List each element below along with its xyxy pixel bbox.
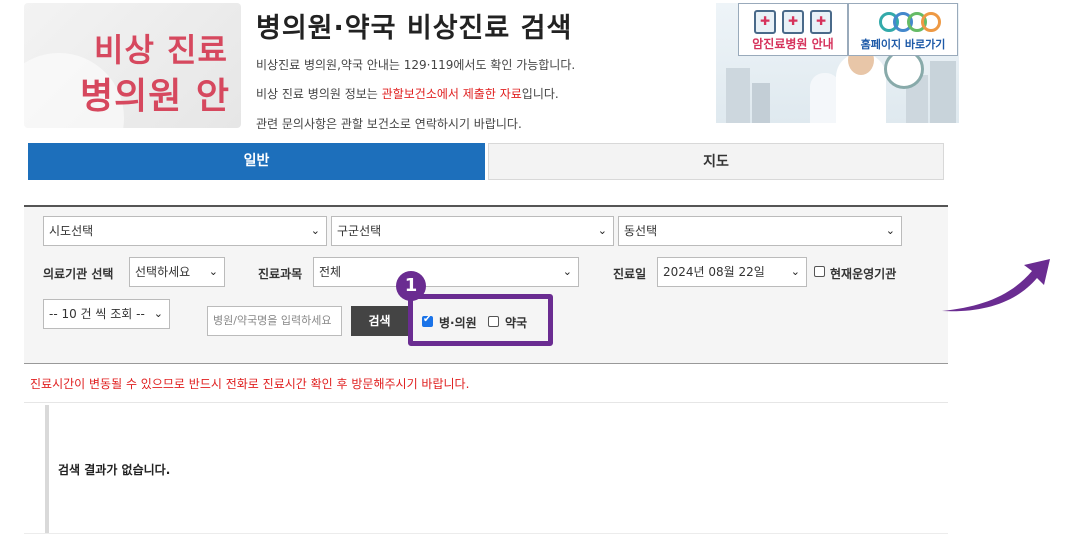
- cancer-hospital-link[interactable]: ✚ ✚ ✚ 암진료병원 안내: [738, 3, 848, 56]
- chevron-down-icon: ⌄: [790, 265, 800, 278]
- gungu-select[interactable]: 구군선택 ⌄: [331, 216, 614, 246]
- cancer-hospital-label: 암진료병원 안내: [752, 37, 834, 51]
- chevron-down-icon: ⌄: [562, 265, 572, 278]
- dong-select[interactable]: 동선택 ⌄: [618, 216, 902, 246]
- chevron-down-icon: ⌄: [310, 224, 320, 237]
- hospital-icon: ✚: [754, 10, 776, 34]
- dong-select-value: 동선택: [624, 224, 658, 238]
- divider: [24, 533, 948, 534]
- chevron-down-icon: ⌄: [208, 265, 218, 278]
- info-text-1: 비상진료 병의원,약국 안내는 129·119에서도 확인 가능합니다.: [256, 58, 576, 72]
- date-label: 진료일: [613, 267, 647, 281]
- promo-banner: ✚ ✚ ✚ 암진료병원 안내 홈페이지 바로가기: [716, 3, 959, 123]
- chevron-down-icon: ⌄: [597, 224, 607, 237]
- info-text-2: 비상 진료 병의원 정보는 관할보건소에서 제출한 자료입니다.: [256, 85, 559, 102]
- operating-label: 현재운영기관: [830, 267, 897, 281]
- institution-select[interactable]: 선택하세요 ⌄: [129, 257, 225, 287]
- pharmacy-icon: ✚: [782, 10, 804, 34]
- sido-select-value: 시도선택: [49, 224, 94, 238]
- homepage-link[interactable]: 홈페이지 바로가기: [848, 3, 958, 56]
- gungu-select-value: 구군선택: [337, 224, 382, 238]
- date-select-value: 2024년 08월 22일: [663, 265, 765, 279]
- empty-results-message: 검색 결과가 없습니다.: [58, 463, 171, 477]
- logo-text-line1: 비상 진료: [94, 31, 228, 69]
- info-text-2-highlight: 관할보건소에서 제출한 자료: [381, 87, 522, 101]
- service-logo: 비상 진료 병의원 안내: [24, 3, 241, 128]
- building-decor: [930, 61, 956, 123]
- info-text-2-prefix: 비상 진료 병의원 정보는: [256, 87, 382, 101]
- sido-select[interactable]: 시도선택 ⌄: [43, 216, 327, 246]
- info-text-2-suffix: 입니다.: [521, 87, 559, 101]
- notice-text: 진료시간이 변동될 수 있으므로 반드시 전화로 진료시간 확인 후 방문해주시…: [30, 377, 470, 391]
- tab-general[interactable]: 일반: [28, 143, 485, 180]
- building-decor: [752, 83, 770, 123]
- institution-select-value: 선택하세요: [135, 265, 191, 279]
- operating-checkbox[interactable]: [814, 266, 825, 277]
- hospital-icons: ✚ ✚ ✚: [739, 8, 847, 34]
- search-button[interactable]: 검색: [351, 306, 408, 336]
- page-size-value: -- 10 건 씩 조회 --: [49, 307, 145, 321]
- page-title: 병의원·약국 비상진료 검색: [256, 13, 573, 44]
- tab-map[interactable]: 지도: [488, 143, 944, 180]
- department-select-value: 전체: [319, 265, 342, 279]
- chevron-down-icon: ⌄: [885, 224, 895, 237]
- homepage-logo-icon: [879, 8, 941, 34]
- annotation-arrow-icon: [942, 259, 1050, 312]
- annotation-highlight-box: [408, 294, 553, 346]
- page-size-select[interactable]: -- 10 건 씩 조회 -- ⌄: [43, 299, 170, 329]
- date-select[interactable]: 2024년 08월 22일 ⌄: [657, 257, 807, 287]
- divider: [24, 402, 948, 403]
- chevron-down-icon: ⌄: [153, 307, 163, 320]
- info-text-3: 관련 문의사항은 관할 보건소로 연락하시기 바랍니다.: [256, 117, 522, 131]
- ambulance-icon: ✚: [810, 10, 832, 34]
- department-label: 진료과목: [258, 267, 303, 281]
- building-decor: [726, 68, 750, 123]
- annotation-step-badge: 1: [396, 271, 426, 301]
- name-search-input[interactable]: 병원/약국명을 입력하세요: [207, 306, 342, 336]
- logo-text-line2: 병의원 안내: [80, 76, 231, 117]
- department-select[interactable]: 전체 ⌄: [313, 257, 579, 287]
- institution-label: 의료기관 선택: [43, 267, 114, 281]
- homepage-label: 홈페이지 바로가기: [860, 38, 946, 51]
- results-area: [45, 405, 952, 533]
